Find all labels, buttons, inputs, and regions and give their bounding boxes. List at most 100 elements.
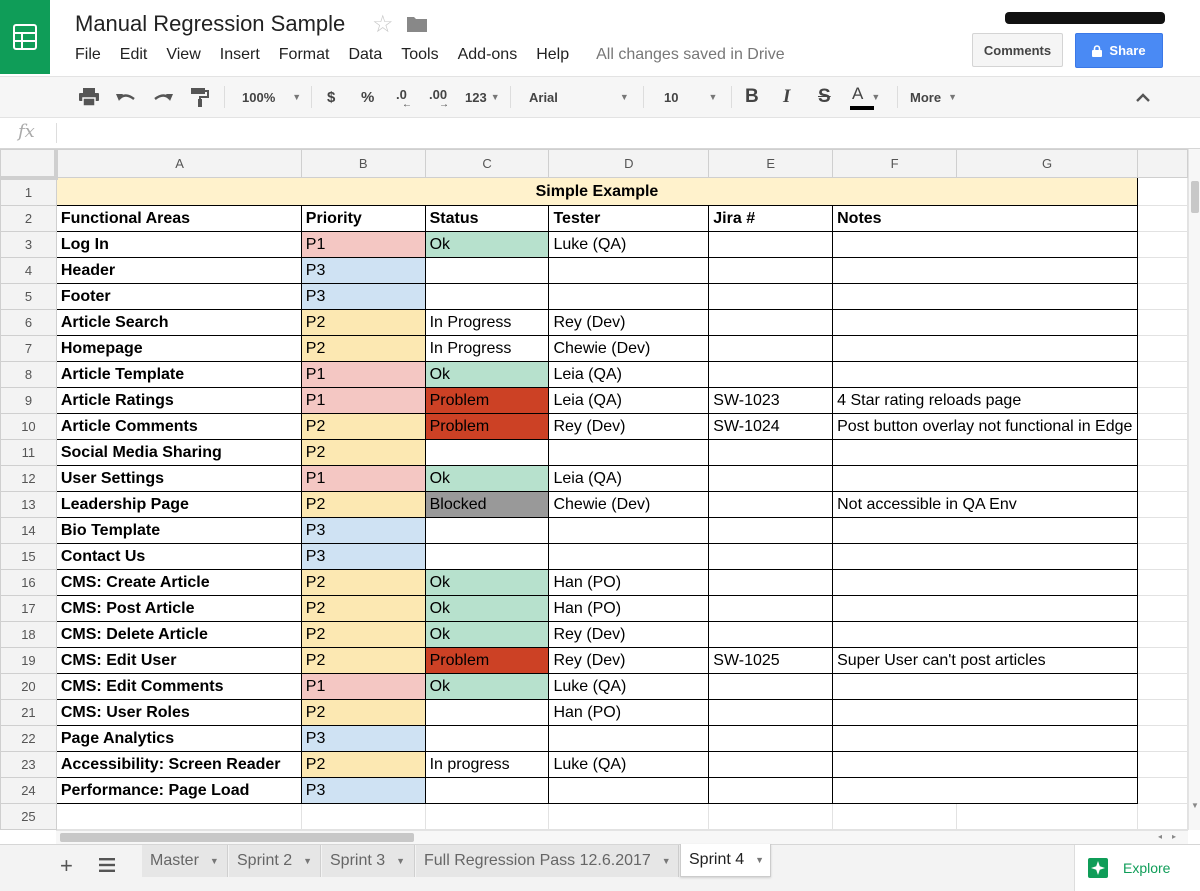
- empty-cell[interactable]: [1137, 334, 1188, 362]
- tester-cell[interactable]: Rey (Dev): [548, 412, 710, 440]
- jira-cell[interactable]: [708, 620, 834, 648]
- tester-cell[interactable]: Leia (QA): [548, 360, 710, 388]
- status-header[interactable]: Status: [424, 204, 550, 232]
- empty-cell[interactable]: [1137, 412, 1188, 440]
- increase-decimal-button[interactable]: .00 →: [429, 77, 449, 117]
- functional-area-cell[interactable]: CMS: Post Article: [55, 594, 302, 622]
- empty-cell[interactable]: [1137, 802, 1188, 830]
- all-sheets-menu-icon[interactable]: [99, 858, 115, 877]
- status-cell[interactable]: [424, 724, 550, 752]
- empty-cell[interactable]: [1137, 542, 1188, 570]
- jira-cell[interactable]: SW-1025: [708, 646, 834, 674]
- chevron-down-icon[interactable]: ▼: [396, 856, 405, 866]
- notes-cell[interactable]: [832, 568, 1139, 596]
- status-cell[interactable]: [424, 776, 550, 804]
- menu-insert[interactable]: Insert: [220, 45, 260, 65]
- notes-cell[interactable]: [832, 724, 1139, 752]
- empty-cell[interactable]: [1137, 360, 1188, 388]
- notes-cell[interactable]: Super User can't post articles: [832, 646, 1139, 674]
- column-header-g[interactable]: G: [956, 149, 1139, 178]
- empty-cell[interactable]: [1137, 516, 1188, 544]
- priority-cell[interactable]: P2: [300, 412, 426, 440]
- notes-cell[interactable]: Not accessible in QA Env: [832, 490, 1139, 518]
- status-cell[interactable]: Ok: [424, 620, 550, 648]
- percent-format-button[interactable]: %: [361, 77, 374, 117]
- row-header[interactable]: 12: [0, 464, 57, 492]
- status-cell[interactable]: Ok: [424, 568, 550, 596]
- functional-area-cell[interactable]: Page Analytics: [55, 724, 302, 752]
- tester-cell[interactable]: Leia (QA): [548, 464, 710, 492]
- empty-cell[interactable]: [1137, 672, 1188, 700]
- priority-cell[interactable]: P1: [300, 386, 426, 414]
- empty-cell[interactable]: [1137, 386, 1188, 414]
- italic-button[interactable]: I: [783, 77, 790, 117]
- horizontal-scrollbar[interactable]: ◂▸: [56, 830, 1188, 844]
- column-header-d[interactable]: D: [548, 149, 710, 178]
- jira-cell[interactable]: [708, 334, 834, 362]
- priority-cell[interactable]: P3: [300, 776, 426, 804]
- functional-area-cell[interactable]: Footer: [55, 282, 302, 310]
- jira-cell[interactable]: [708, 568, 834, 596]
- tester-cell[interactable]: Han (PO): [548, 568, 710, 596]
- add-sheet-icon[interactable]: +: [60, 853, 73, 879]
- priority-cell[interactable]: P1: [300, 672, 426, 700]
- row-header[interactable]: 10: [0, 412, 57, 440]
- comments-button[interactable]: Comments: [972, 33, 1063, 67]
- menu-help[interactable]: Help: [536, 45, 569, 65]
- empty-cell[interactable]: [1137, 256, 1188, 284]
- empty-cell[interactable]: [1137, 230, 1188, 258]
- row-header[interactable]: 21: [0, 698, 57, 726]
- priority-cell[interactable]: P2: [300, 334, 426, 362]
- text-color-button[interactable]: A ▼: [850, 77, 880, 117]
- priority-cell[interactable]: P2: [300, 490, 426, 518]
- print-icon[interactable]: [79, 77, 99, 117]
- tester-cell[interactable]: Leia (QA): [548, 386, 710, 414]
- chevron-down-icon[interactable]: ▼: [755, 855, 764, 865]
- jira-cell[interactable]: [708, 230, 834, 258]
- account-name-redacted[interactable]: [1005, 12, 1165, 24]
- save-status[interactable]: All changes saved in Drive: [596, 46, 785, 64]
- tester-cell[interactable]: Rey (Dev): [548, 646, 710, 674]
- functional-area-cell[interactable]: Homepage: [55, 334, 302, 362]
- row-header[interactable]: 4: [0, 256, 57, 284]
- functional-area-cell[interactable]: Article Comments: [55, 412, 302, 440]
- vertical-scrollbar[interactable]: ▼: [1188, 149, 1200, 830]
- functional-area-cell[interactable]: User Settings: [55, 464, 302, 492]
- more-toolbar-button[interactable]: More ▼: [910, 77, 957, 117]
- functional-area-cell[interactable]: CMS: Edit User: [55, 646, 302, 674]
- column-header-b[interactable]: B: [300, 149, 426, 178]
- status-cell[interactable]: Problem: [424, 386, 550, 414]
- empty-cell[interactable]: [956, 802, 1139, 830]
- notes-cell[interactable]: [832, 672, 1139, 700]
- empty-cell[interactable]: [1137, 464, 1188, 492]
- jira-cell[interactable]: [708, 698, 834, 726]
- functional-area-cell[interactable]: Leadership Page: [55, 490, 302, 518]
- priority-cell[interactable]: P1: [300, 464, 426, 492]
- notes-cell[interactable]: [832, 282, 1139, 310]
- tester-cell[interactable]: [548, 256, 710, 284]
- column-header-a[interactable]: A: [55, 149, 302, 178]
- decrease-decimal-button[interactable]: .0 ←: [396, 77, 412, 117]
- jira-cell[interactable]: [708, 308, 834, 336]
- row-header[interactable]: 5: [0, 282, 57, 310]
- notes-cell[interactable]: [832, 542, 1139, 570]
- horizontal-scrollbar-thumb[interactable]: [60, 833, 414, 842]
- functional-areas-header[interactable]: Functional Areas: [55, 204, 302, 232]
- tester-cell[interactable]: Luke (QA): [548, 672, 710, 700]
- sheet-tab-full-regression[interactable]: Full Regression Pass 12.6.2017 ▼: [416, 845, 679, 877]
- chevron-down-icon[interactable]: ▼: [210, 856, 219, 866]
- priority-cell[interactable]: P2: [300, 568, 426, 596]
- notes-cell[interactable]: [832, 230, 1139, 258]
- status-cell[interactable]: Ok: [424, 230, 550, 258]
- status-cell[interactable]: Ok: [424, 464, 550, 492]
- tester-cell[interactable]: [548, 282, 710, 310]
- tester-header[interactable]: Tester: [548, 204, 710, 232]
- column-header-f[interactable]: F: [832, 149, 958, 178]
- priority-cell[interactable]: P2: [300, 308, 426, 336]
- row-header[interactable]: 2: [0, 204, 57, 232]
- functional-area-cell[interactable]: CMS: Create Article: [55, 568, 302, 596]
- notes-cell[interactable]: [832, 360, 1139, 388]
- menu-edit[interactable]: Edit: [120, 45, 148, 65]
- notes-cell[interactable]: [832, 776, 1139, 804]
- scroll-arrows-icon[interactable]: ◂▸: [1158, 832, 1186, 841]
